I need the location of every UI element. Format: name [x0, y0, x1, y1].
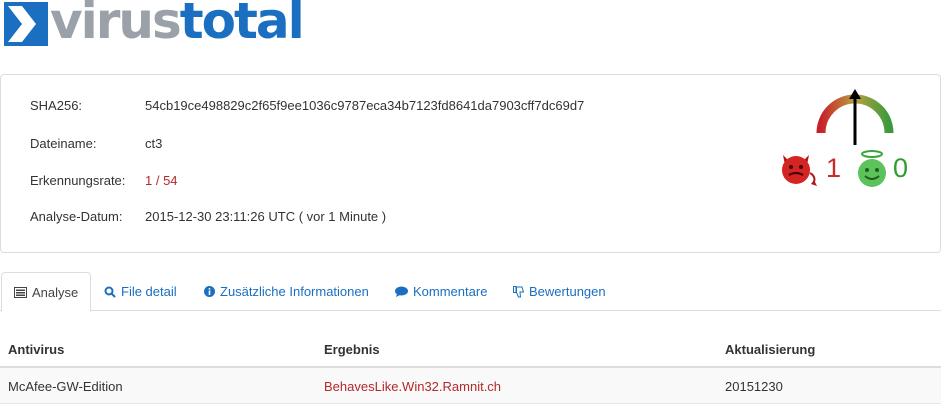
list-icon	[14, 286, 27, 298]
info-icon	[204, 286, 215, 297]
tab-file-detail-label: File detail	[121, 284, 177, 299]
logo-virus-text: virus	[50, 0, 182, 50]
harmless-votes-count: 0	[893, 153, 909, 183]
virustotal-logo-icon	[4, 2, 48, 46]
sha256-value: 54cb19ce498829c2f65f9ee1036c9787eca34b71…	[145, 98, 585, 113]
filename-value: ct3	[145, 136, 163, 151]
cell-antivirus: McAfee-GW-Edition	[8, 379, 123, 394]
table-row: McAfee-GW-Edition BehavesLike.Win32.Ramn…	[0, 368, 941, 404]
tab-comments[interactable]: Kommentare	[395, 272, 487, 311]
analysis-tabs: Analyse File detail Zusätzliche Informat…	[0, 272, 941, 312]
tab-additional-info[interactable]: Zusätzliche Informationen	[204, 272, 369, 311]
logo-total-text: total	[179, 0, 305, 50]
tab-votes-label: Bewertungen	[529, 284, 606, 299]
header-result[interactable]: Ergebnis	[324, 342, 380, 357]
filename-label: Dateiname:	[30, 136, 97, 151]
cell-update: 20151230	[725, 379, 783, 394]
devil-icon[interactable]	[779, 151, 819, 187]
sha256-label: SHA256:	[30, 98, 83, 113]
community-votes: 1 0	[779, 149, 919, 189]
antivirus-results-table: Antivirus Ergebnis Aktualisierung McAfee…	[0, 330, 941, 404]
table-header: Antivirus Ergebnis Aktualisierung	[0, 330, 941, 368]
date-value: 2015-12-30 23:11:26 UTC ( vor 1 Minute )	[145, 209, 387, 224]
virustotal-logo[interactable]: virustotal	[4, 0, 305, 46]
header-antivirus[interactable]: Antivirus	[8, 342, 64, 357]
comment-icon	[395, 286, 408, 297]
tab-file-detail[interactable]: File detail	[104, 272, 177, 311]
date-label: Analyse-Datum:	[30, 209, 123, 224]
angel-icon[interactable]	[855, 149, 889, 189]
detection-label: Erkennungsrate:	[30, 173, 126, 188]
tab-analyse-label: Analyse	[32, 284, 79, 300]
file-summary-panel: SHA256: 54cb19ce498829c2f65f9ee1036c9787…	[0, 74, 941, 253]
cell-result: BehavesLike.Win32.Ramnit.ch	[324, 379, 502, 394]
tab-analyse[interactable]: Analyse	[1, 272, 92, 312]
logo-wordmark: virustotal	[50, 0, 305, 46]
header-update[interactable]: Aktualisierung	[725, 342, 815, 357]
tab-comments-label: Kommentare	[413, 284, 488, 299]
tab-additional-info-label: Zusätzliche Informationen	[220, 284, 369, 299]
magnifier-icon	[104, 286, 116, 298]
malicious-votes-count: 1	[826, 153, 842, 183]
community-score-gauge	[816, 89, 894, 145]
thumbs-down-icon	[513, 285, 524, 297]
tab-votes[interactable]: Bewertungen	[513, 272, 606, 311]
detection-ratio: 1 / 54	[145, 173, 178, 188]
